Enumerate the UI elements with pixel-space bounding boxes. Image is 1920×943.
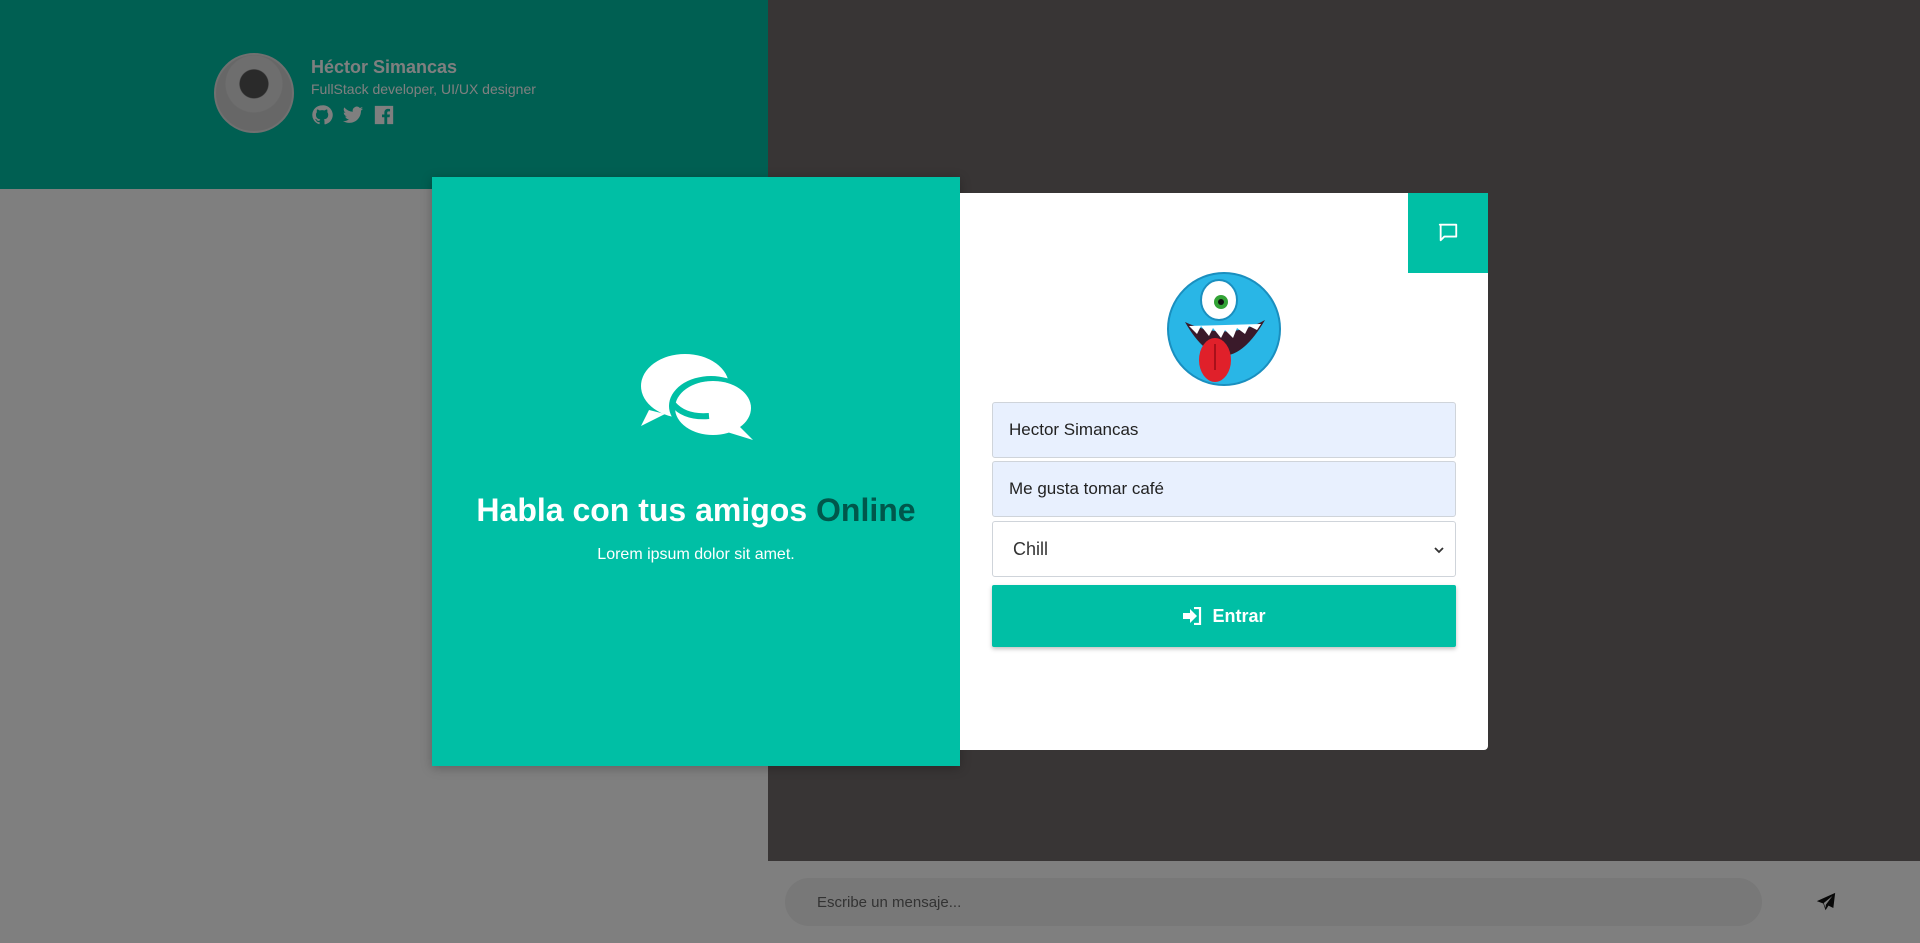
status-input[interactable] bbox=[992, 461, 1456, 517]
monster-avatar[interactable] bbox=[1167, 272, 1281, 386]
modal-title-accent: Online bbox=[816, 492, 916, 528]
enter-button[interactable]: Entrar bbox=[992, 585, 1456, 647]
chat-icon bbox=[1437, 221, 1459, 246]
username-input[interactable] bbox=[992, 402, 1456, 458]
welcome-panel: Habla con tus amigos Online Lorem ipsum … bbox=[432, 177, 960, 766]
modal-subtitle: Lorem ipsum dolor sit amet. bbox=[597, 546, 795, 563]
chat-bubbles-icon bbox=[641, 354, 753, 440]
mood-select-value: Chill bbox=[1013, 539, 1049, 559]
enter-button-label: Entrar bbox=[1212, 605, 1266, 626]
login-panel: Chill Entrar bbox=[960, 193, 1488, 750]
modal-title-main: Habla con tus amigos bbox=[476, 492, 808, 528]
chevron-down-icon bbox=[1434, 547, 1444, 554]
mood-select[interactable]: Chill bbox=[992, 521, 1456, 577]
sign-in-icon bbox=[1183, 607, 1202, 625]
chat-toggle-button[interactable] bbox=[1408, 193, 1488, 273]
modal-title: Habla con tus amigos Online bbox=[432, 492, 960, 529]
